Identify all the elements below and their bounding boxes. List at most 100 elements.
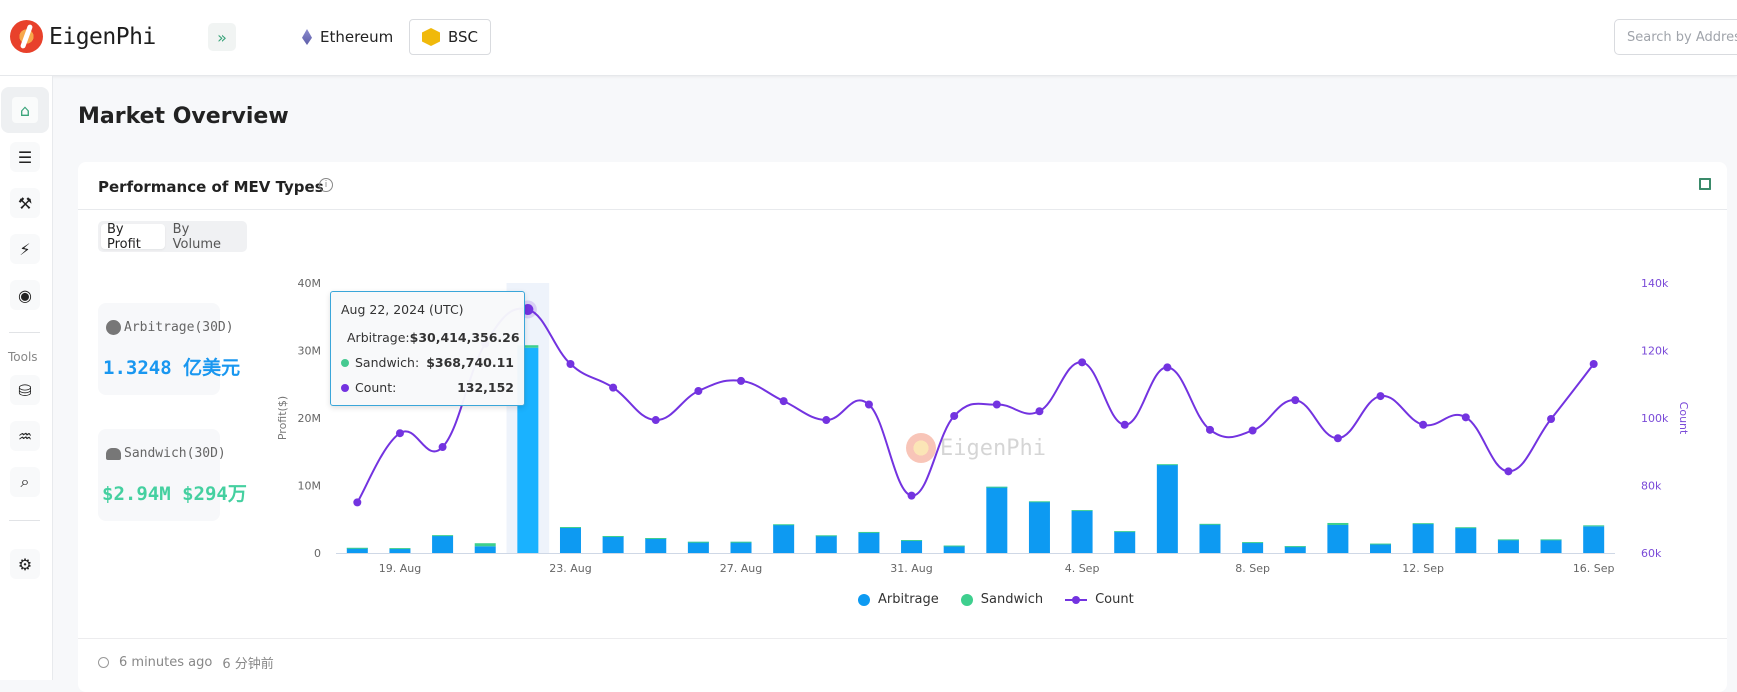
x-tick-label: 27. Aug xyxy=(720,562,762,575)
bar-arbitrage xyxy=(559,527,581,553)
legend-label: Sandwich xyxy=(980,592,1044,607)
count-point xyxy=(1291,396,1300,405)
bar-arbitrage xyxy=(474,546,496,553)
tooltip-title: Aug 22, 2024 (UTC) xyxy=(341,302,464,317)
bar-sandwich xyxy=(432,535,454,537)
bar-arbitrage xyxy=(389,548,411,553)
legend-item-sandwich[interactable]: Sandwich xyxy=(960,592,1044,607)
bar-arbitrage xyxy=(943,545,965,553)
bar-sandwich xyxy=(1199,523,1221,525)
count-point xyxy=(1376,392,1385,401)
bar-arbitrage xyxy=(432,535,454,553)
bar-sandwich xyxy=(773,524,795,526)
count-point xyxy=(1461,413,1470,422)
bar-arbitrage xyxy=(1071,510,1093,553)
count-point xyxy=(1205,425,1214,434)
count-point xyxy=(1120,420,1129,429)
bar-sandwich xyxy=(687,541,709,543)
bar-arbitrage xyxy=(687,541,709,553)
count-point xyxy=(1248,426,1257,435)
bar-sandwich xyxy=(346,547,368,549)
bar-arbitrage xyxy=(1114,531,1136,553)
bar-arbitrage xyxy=(602,536,624,553)
bar-sandwich xyxy=(645,538,667,540)
count-point xyxy=(694,387,703,395)
bar-sandwich xyxy=(730,541,752,543)
x-tick-label: 23. Aug xyxy=(549,562,591,575)
tooltip-row: Arbitrage: $30,414,356.26 xyxy=(341,325,520,350)
bar-sandwich xyxy=(1242,542,1264,544)
legend-sandwich-marker xyxy=(960,593,973,606)
tooltip-label: Sandwich: xyxy=(355,355,420,370)
y-tick-label: 20M xyxy=(298,412,322,425)
bar-sandwich xyxy=(1028,501,1050,503)
count-point xyxy=(1163,363,1172,372)
eigenphi-watermark-icon xyxy=(906,433,936,463)
count-point xyxy=(651,416,660,425)
count-point xyxy=(1333,434,1342,443)
y2-axis-title: Count xyxy=(1677,402,1690,435)
bar-sandwich xyxy=(1455,527,1477,529)
bar-arbitrage xyxy=(773,524,795,553)
bar-arbitrage xyxy=(1583,526,1605,553)
y-axis-title: Profit($) xyxy=(276,396,289,440)
x-tick-label: 31. Aug xyxy=(890,562,932,575)
x-tick-label: 19. Aug xyxy=(379,562,421,575)
y2-tick-label: 60k xyxy=(1641,547,1662,560)
bar-sandwich xyxy=(986,486,1008,488)
count-point xyxy=(395,429,404,438)
bar-arbitrage xyxy=(1412,523,1434,553)
count-dot-icon xyxy=(341,383,349,392)
x-tick-label: 12. Sep xyxy=(1402,562,1444,575)
y-tick-label: 0 xyxy=(314,547,321,560)
y2-tick-label: 100k xyxy=(1641,412,1669,425)
count-point xyxy=(1419,420,1428,429)
count-point xyxy=(779,397,788,406)
bar-arbitrage xyxy=(858,532,880,553)
count-point xyxy=(566,360,575,368)
legend-item-count[interactable]: Count xyxy=(1065,592,1134,607)
count-point xyxy=(1589,360,1598,368)
bar-sandwich xyxy=(474,543,496,547)
bar-arbitrage xyxy=(1199,523,1221,553)
count-point xyxy=(1078,358,1087,367)
bar-arbitrage xyxy=(1370,544,1392,553)
tooltip-row: Sandwich: $368,740.11 xyxy=(341,350,514,375)
tooltip-label: Arbitrage: xyxy=(347,330,410,345)
watermark-text: EigenPhi xyxy=(940,435,1046,461)
bar-sandwich xyxy=(1071,510,1093,512)
chart-tooltip: Aug 22, 2024 (UTC) Arbitrage: $30,414,35… xyxy=(330,291,525,406)
count-point xyxy=(1504,467,1513,476)
y2-tick-label: 80k xyxy=(1641,480,1662,493)
bar-sandwich xyxy=(901,540,923,542)
legend-item-arbitrage[interactable]: Arbitrage xyxy=(858,592,939,607)
bar-sandwich xyxy=(1156,464,1178,466)
bar-sandwich xyxy=(1370,543,1392,545)
bar-arbitrage xyxy=(1284,546,1306,553)
count-point xyxy=(950,411,959,420)
watermark: EigenPhi xyxy=(906,433,1046,463)
legend-arbitrage-marker xyxy=(858,593,870,606)
bar-sandwich xyxy=(1284,546,1306,548)
bar-sandwich xyxy=(389,548,411,550)
bar-sandwich xyxy=(815,535,837,537)
tooltip-label: Count: xyxy=(355,380,397,395)
sandwich-dot-icon xyxy=(341,358,349,367)
bar-sandwich xyxy=(1327,522,1349,525)
bar-arbitrage xyxy=(1497,539,1519,553)
count-point xyxy=(822,416,831,425)
mev-chart: 0 10M 20M 30M 40M 60k 80k 100k 120k 140k Profit($)… xyxy=(276,277,1690,575)
bar-sandwich xyxy=(1540,539,1562,541)
y-tick-label: 10M xyxy=(298,480,322,493)
bar-sandwich xyxy=(1114,531,1136,533)
bar-arbitrage xyxy=(1540,539,1562,553)
x-tick-label: 16. Sep xyxy=(1573,562,1615,575)
chart-legend: Arbitrage Sandwich Count xyxy=(858,592,1134,607)
y-tick-label: 40M xyxy=(298,277,322,290)
bar-sandwich xyxy=(1583,525,1605,527)
bar-sandwich xyxy=(602,535,624,537)
tooltip-value: 132,152 xyxy=(457,380,514,395)
bar-sandwich xyxy=(1497,539,1519,541)
bar-arbitrage xyxy=(1242,542,1264,553)
bar-arbitrage xyxy=(645,538,667,553)
